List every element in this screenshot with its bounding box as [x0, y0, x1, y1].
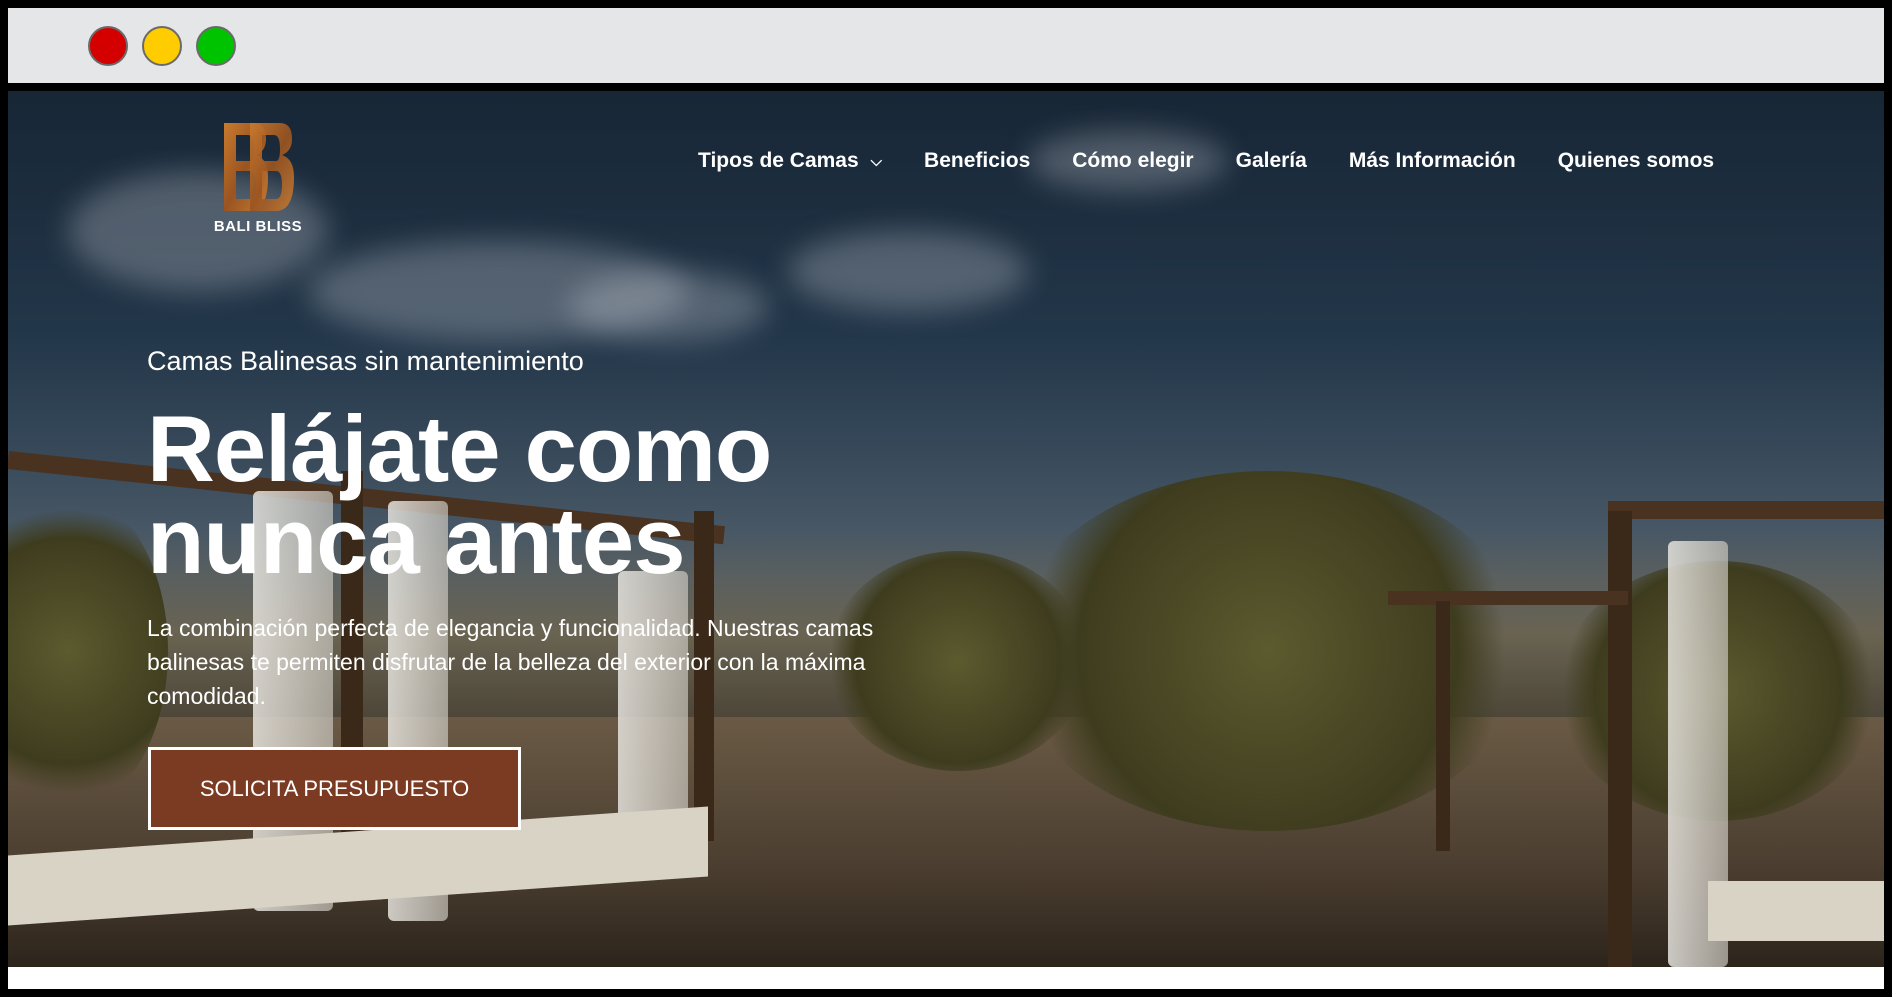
nav-item-como-elegir[interactable]: Cómo elegir — [1072, 149, 1193, 173]
daybed-post — [1608, 511, 1632, 967]
nav-item-label: Cómo elegir — [1072, 149, 1194, 172]
chevron-down-icon: ⌵ — [870, 152, 883, 170]
background-cloud — [788, 231, 1028, 311]
nav-item-label: Más Información — [1348, 149, 1516, 172]
brand-logo[interactable]: BALI BLISS — [208, 121, 308, 246]
nav-item-mas-informacion[interactable]: Más Información — [1349, 149, 1516, 173]
minimize-window-button[interactable] — [142, 26, 182, 66]
background-cloud — [568, 271, 768, 341]
hero-headline: Relájate como nunca antes — [147, 396, 1047, 593]
hero-subtitle: Camas Balinesas sin mantenimiento — [147, 346, 584, 376]
nav-item-quienes-somos[interactable]: Quienes somos — [1558, 149, 1714, 173]
close-window-button[interactable] — [88, 26, 128, 66]
request-quote-button-label: SOLICITA PRESUPUESTO — [199, 775, 470, 801]
hero-headline-line: Relájate como — [147, 396, 772, 501]
daybed-beam — [1608, 501, 1884, 519]
pergola-post — [1436, 601, 1450, 851]
brand-name: BALI BLISS — [213, 218, 303, 235]
nav-item-label: Quienes somos — [1557, 149, 1715, 172]
main-navigation: Tipos de Camas ⌵ Beneficios Cómo elegir … — [698, 149, 1714, 173]
nav-item-beneficios[interactable]: Beneficios — [924, 149, 1030, 173]
nav-item-galeria[interactable]: Galería — [1236, 149, 1307, 173]
hero-headline-line: nunca antes — [147, 488, 686, 593]
daybed-mattress — [1708, 881, 1884, 941]
nav-item-label: Beneficios — [924, 149, 1031, 172]
maximize-window-button[interactable] — [196, 26, 236, 66]
request-quote-button[interactable]: SOLICITA PRESUPUESTO — [148, 747, 521, 830]
browser-window: BALI BLISS Tipos de Camas ⌵ Beneficios C… — [8, 8, 1884, 989]
pergola-beam — [1388, 591, 1628, 605]
nav-item-tipos-de-camas[interactable]: Tipos de Camas ⌵ — [698, 149, 882, 173]
hero-description: La combinación perfecta de elegancia y f… — [147, 615, 874, 709]
nav-item-label: Galería — [1235, 149, 1307, 172]
hero-section: BALI BLISS Tipos de Camas ⌵ Beneficios C… — [8, 91, 1884, 967]
nav-item-label: Tipos de Camas — [698, 149, 859, 172]
bb-wood-monogram-icon — [224, 123, 294, 211]
window-titlebar — [8, 8, 1884, 91]
